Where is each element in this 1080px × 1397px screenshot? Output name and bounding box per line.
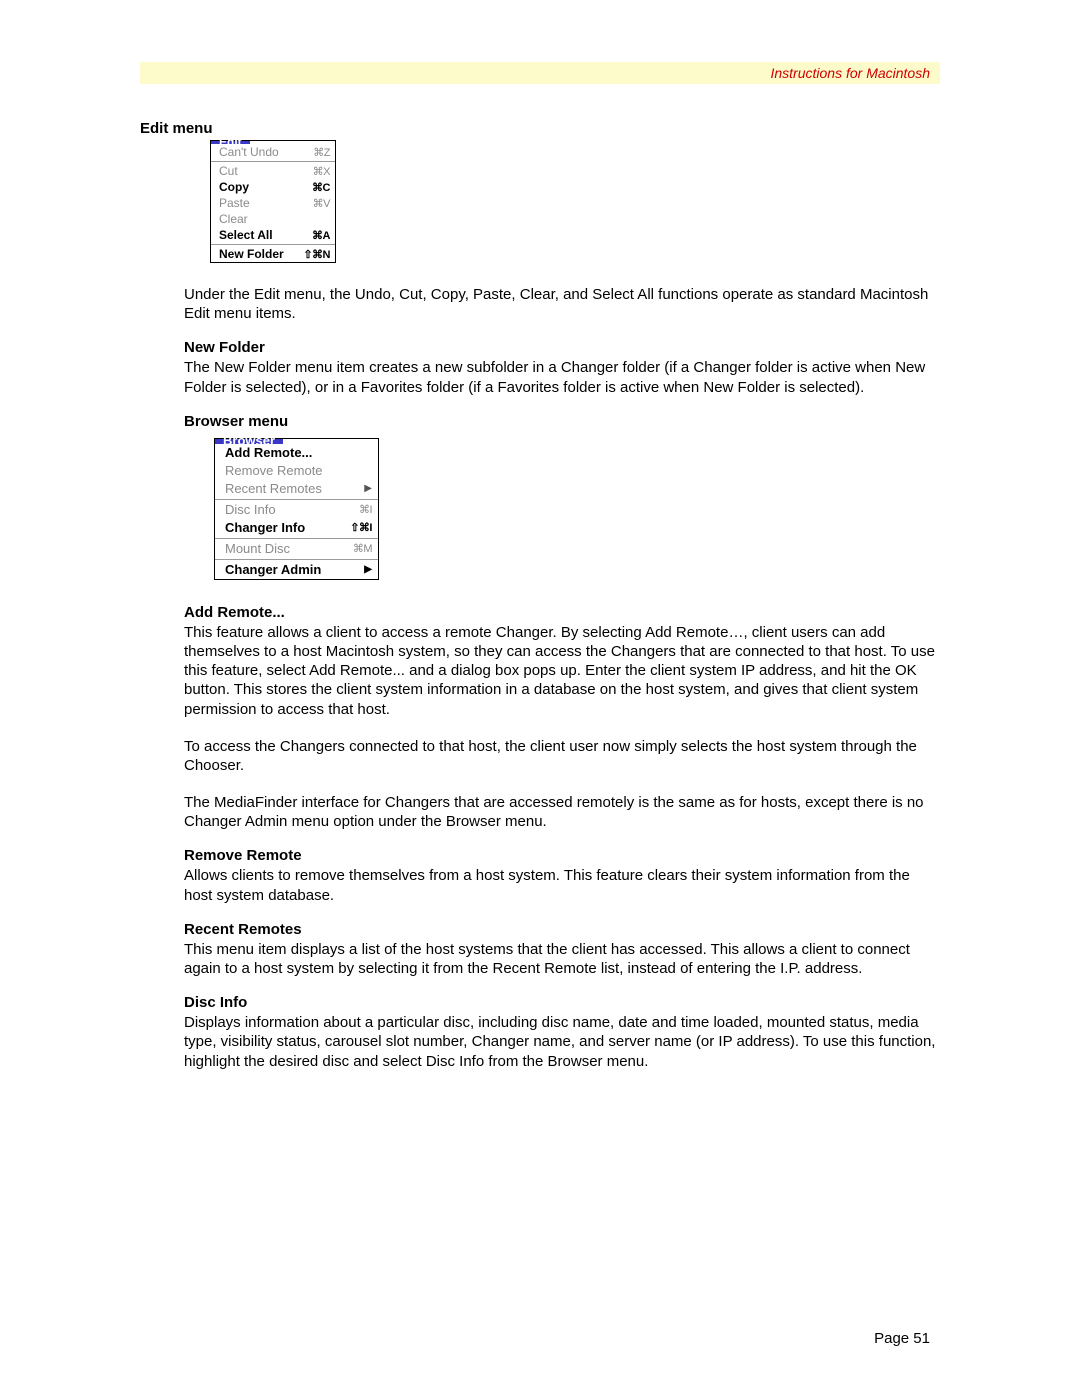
- add-remote-paragraph-2: To access the Changers connected to that…: [184, 737, 940, 775]
- content: Edit menu Edit Can't Undo ⌘Z Cut ⌘X Copy…: [140, 120, 940, 1071]
- heading-new-folder: New Folder: [184, 339, 940, 356]
- menu-item-label: Mount Disc: [225, 541, 290, 556]
- edit-menu-item-select-all: Select All ⌘A: [211, 227, 335, 243]
- edit-menu-screenshot: Edit Can't Undo ⌘Z Cut ⌘X Copy ⌘C Paste …: [210, 140, 336, 263]
- edit-menu-title: Edit: [211, 141, 250, 144]
- heading-add-remote: Add Remote...: [184, 604, 940, 621]
- add-remote-paragraph-1: This feature allows a client to access a…: [184, 623, 940, 719]
- menu-separator: [211, 244, 335, 245]
- browser-menu-item-changer-info: Changer Info ⇧⌘I: [215, 519, 378, 537]
- menu-item-shortcut: ⌘X: [313, 165, 330, 178]
- browser-menu-item-recent-remotes: Recent Remotes ▶: [215, 480, 378, 498]
- menu-separator: [211, 161, 335, 162]
- browser-menu-title: Browser: [215, 439, 283, 444]
- menu-item-label: Paste: [219, 196, 250, 210]
- browser-menu-item-remove-remote: Remove Remote: [215, 462, 378, 480]
- browser-menu-item-changer-admin: Changer Admin ▶: [215, 561, 378, 579]
- menu-item-label: Add Remote...: [225, 445, 312, 460]
- browser-menu-screenshot: Browser Add Remote... Remove Remote Rece…: [214, 438, 379, 580]
- menu-item-label: Cut: [219, 164, 238, 178]
- header-bar: Instructions for Macintosh: [140, 62, 940, 84]
- menu-item-shortcut: ⌘Z: [313, 146, 330, 159]
- edit-menu-item-new-folder: New Folder ⇧⌘N: [211, 246, 335, 262]
- heading-browser-menu: Browser menu: [184, 413, 940, 430]
- menu-item-shortcut: ⇧⌘N: [303, 248, 330, 261]
- edit-menu-item-undo: Can't Undo ⌘Z: [211, 144, 335, 160]
- header-text: Instructions for Macintosh: [770, 65, 930, 81]
- new-folder-paragraph: The New Folder menu item creates a new s…: [184, 358, 940, 396]
- browser-menu-item-add-remote: Add Remote...: [215, 444, 378, 462]
- menu-item-label: Changer Info: [225, 520, 305, 535]
- edit-menu-item-copy: Copy ⌘C: [211, 179, 335, 195]
- menu-item-label: Changer Admin: [225, 562, 321, 577]
- menu-item-label: New Folder: [219, 247, 284, 261]
- edit-menu-item-paste: Paste ⌘V: [211, 195, 335, 211]
- heading-edit-menu: Edit menu: [140, 120, 940, 137]
- menu-item-shortcut: ⌘I: [359, 503, 372, 516]
- page: Instructions for Macintosh Edit menu Edi…: [0, 0, 1080, 1397]
- browser-menu-item-disc-info: Disc Info ⌘I: [215, 501, 378, 519]
- chevron-right-icon: ▶: [364, 483, 372, 494]
- chevron-right-icon: ▶: [364, 564, 372, 575]
- edit-menu-item-clear: Clear: [211, 211, 335, 227]
- heading-recent-remotes: Recent Remotes: [184, 921, 940, 938]
- browser-menu-item-mount-disc: Mount Disc ⌘M: [215, 540, 378, 558]
- page-number: Page 51: [874, 1330, 930, 1347]
- menu-item-label: Disc Info: [225, 502, 276, 517]
- disc-info-paragraph: Displays information about a particular …: [184, 1013, 940, 1071]
- menu-item-shortcut: ⌘C: [312, 181, 330, 194]
- menu-item-label: Copy: [219, 180, 249, 194]
- add-remote-paragraph-3: The MediaFinder interface for Changers t…: [184, 793, 940, 831]
- menu-item-label: Select All: [219, 228, 273, 242]
- menu-separator: [215, 559, 378, 560]
- menu-item-shortcut: ⌘A: [312, 229, 330, 242]
- menu-separator: [215, 499, 378, 500]
- menu-item-shortcut: ⌘M: [353, 542, 372, 555]
- menu-item-label: Remove Remote: [225, 463, 323, 478]
- menu-item-label: Clear: [219, 212, 248, 226]
- recent-remotes-paragraph: This menu item displays a list of the ho…: [184, 940, 940, 978]
- menu-item-label: Can't Undo: [219, 145, 279, 159]
- menu-item-shortcut: ⇧⌘I: [350, 521, 372, 534]
- heading-remove-remote: Remove Remote: [184, 847, 940, 864]
- remove-remote-paragraph: Allows clients to remove themselves from…: [184, 866, 940, 904]
- menu-separator: [215, 538, 378, 539]
- menu-item-shortcut: ⌘V: [313, 197, 330, 210]
- menu-item-label: Recent Remotes: [225, 481, 322, 496]
- heading-disc-info: Disc Info: [184, 994, 940, 1011]
- edit-menu-paragraph: Under the Edit menu, the Undo, Cut, Copy…: [184, 285, 940, 323]
- edit-menu-item-cut: Cut ⌘X: [211, 163, 335, 179]
